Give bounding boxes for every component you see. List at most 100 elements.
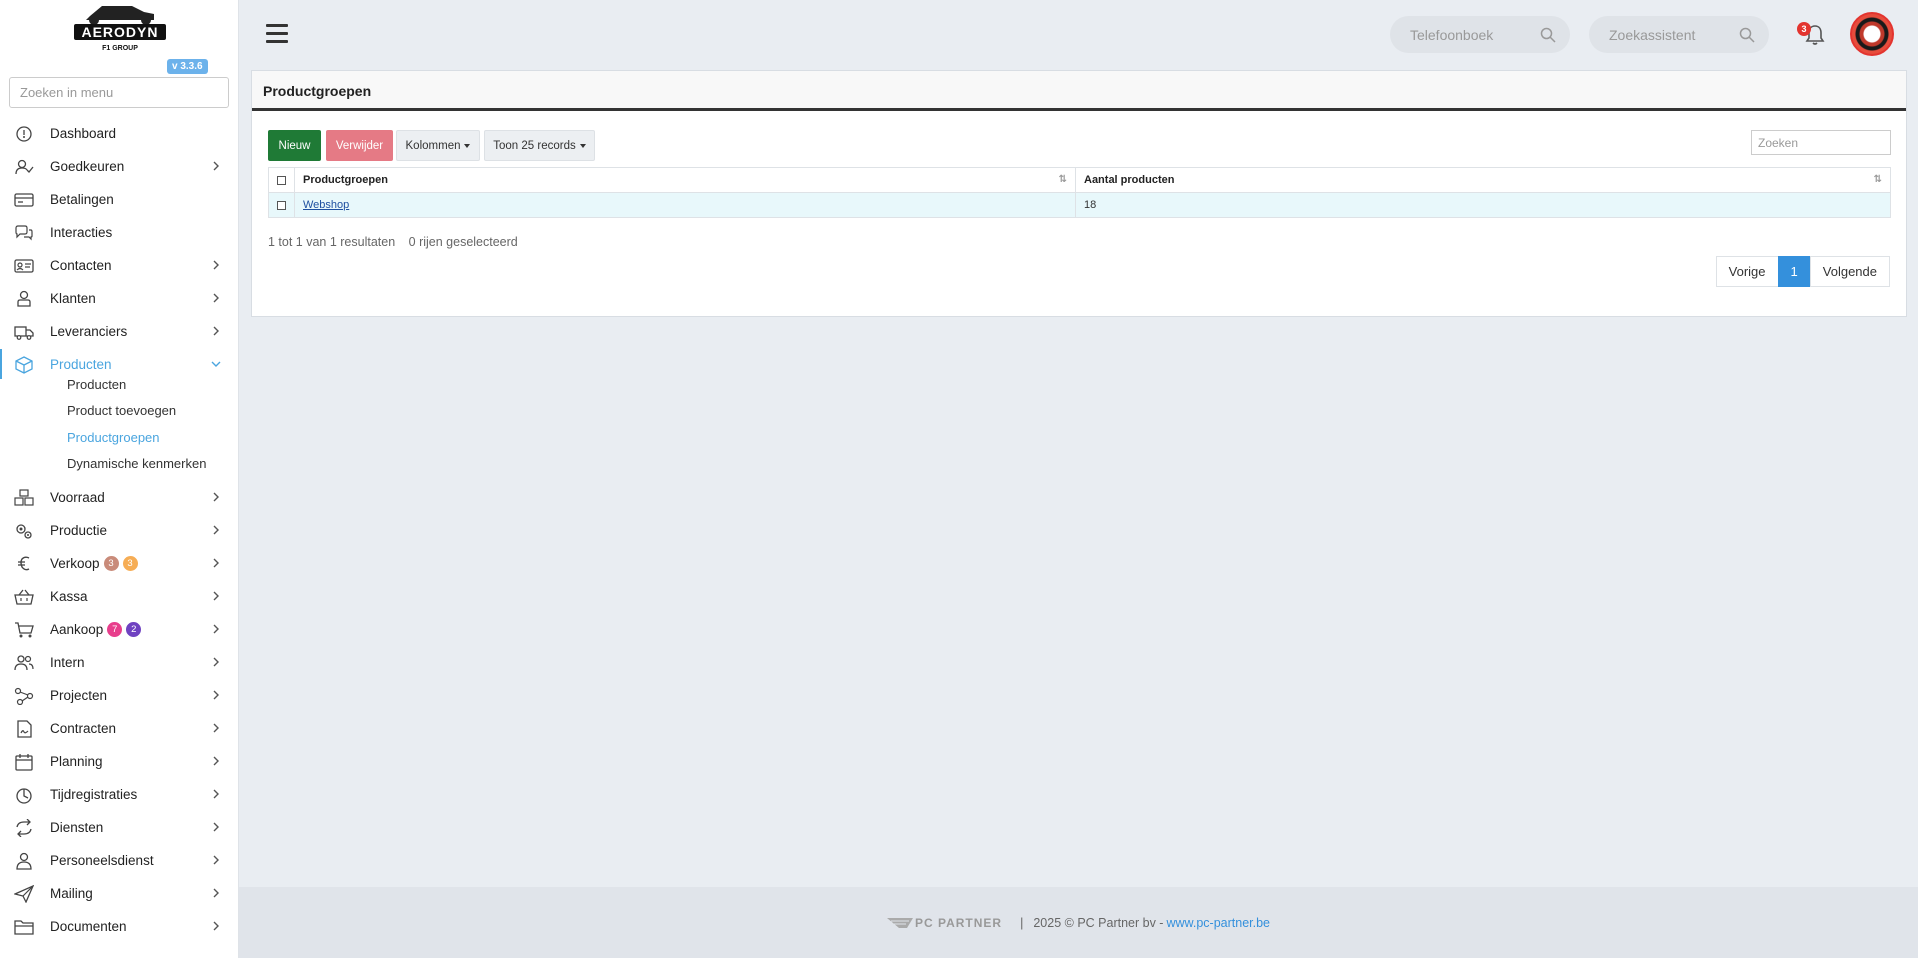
user-check-icon [14,158,34,175]
sidebar-item-planning[interactable]: Planning [0,746,239,776]
version-badge: v 3.3.6 [167,59,208,74]
sidebar-item-label: Personeelsdienst [50,853,154,868]
chat-icon [14,224,34,241]
sidebar-item-productie[interactable]: Productie [0,515,239,545]
cart-icon [14,621,34,638]
user-avatar[interactable] [1850,12,1894,56]
contract-icon [14,719,34,738]
chevron-right-icon [210,821,222,833]
sidebar-item-label: Producten [50,357,112,372]
sidebar-item-projecten[interactable]: Projecten [0,680,239,710]
sidebar-item-personeelsdienst[interactable]: Personeelsdienst [0,845,239,875]
chevron-right-icon [210,524,222,536]
sidebar-item-label: Goedkeuren [50,159,125,174]
current-page-button[interactable]: 1 [1777,256,1811,287]
footer: PC PARTNER | 2025 © PC Partner bv - www.… [239,887,1918,958]
submenu-item-product-toevoegen[interactable]: Product toevoegen [67,403,176,418]
column-header-aantal-producten[interactable]: Aantal producten ⇅ [1075,167,1891,193]
table-row[interactable]: Webshop 18 [268,192,1891,218]
chevron-right-icon [210,160,222,172]
assistant-search-input[interactable] [1609,26,1729,43]
send-icon [14,884,34,903]
table-search-input[interactable] [1751,130,1891,155]
column-header-productgroepen[interactable]: Productgroepen ⇅ [294,167,1076,193]
sidebar-item-label: Intern [50,655,85,670]
sidebar-item-interacties[interactable]: Interacties [0,217,239,247]
folder-icon [14,918,34,935]
previous-page-button[interactable]: Vorige [1715,256,1779,287]
boxes-icon [14,488,34,506]
company-website-link[interactable]: www.pc-partner.be [1166,916,1270,930]
truck-icon [14,323,34,340]
euro-icon [14,555,34,572]
sidebar-item-label: Diensten [50,820,104,835]
sidebar-item-goedkeuren[interactable]: Goedkeuren [0,151,239,181]
timer-icon [14,786,34,804]
select-all-checkbox[interactable] [277,175,286,185]
page-size-dropdown[interactable]: Toon 25 records [484,130,595,161]
new-button[interactable]: Nieuw [268,130,321,161]
sidebar-item-contacten[interactable]: Contacten [0,250,239,280]
sidebar-item-voorraad[interactable]: Voorraad [0,482,239,512]
sidebar-item-mailing[interactable]: Mailing [0,878,239,908]
row-count-cell: 18 [1075,192,1891,218]
project-icon [14,687,34,705]
sidebar-item-aankoop[interactable]: Aankoop 7 2 [0,614,239,644]
card-title: Productgroepen [252,71,1906,111]
next-page-button[interactable]: Volgende [1809,256,1890,287]
sidebar-item-verkoop[interactable]: Verkoop 3 3 [0,548,239,578]
delete-button[interactable]: Verwijder [326,130,393,161]
chevron-right-icon [210,590,222,602]
search-icon[interactable] [1739,27,1755,43]
sidebar-item-klanten[interactable]: Klanten [0,283,239,313]
dashboard-icon [14,125,34,142]
data-table: Productgroepen ⇅ Aantal producten ⇅ Websho… [268,167,1891,218]
columns-dropdown[interactable]: Kolommen [396,130,480,161]
results-info: 1 tot 1 van 1 resultaten [268,235,396,249]
selected-info: 0 rijen geselecteerd [408,235,518,249]
calendar-icon [14,753,34,771]
sidebar-item-producten[interactable]: Producten [0,349,239,379]
chevron-right-icon [210,887,222,899]
sidebar-item-contracten[interactable]: Contracten [0,713,239,743]
sidebar-item-label: Productie [50,523,108,538]
hamburger-menu-icon[interactable] [266,24,288,43]
sidebar-item-tijdregistraties[interactable]: Tijdregistraties [0,779,239,809]
sidebar-item-intern[interactable]: Intern [0,647,239,677]
chevron-down-icon [210,358,222,370]
submenu-item-productgroepen[interactable]: Productgroepen [67,430,160,445]
count-badge: 3 [122,556,138,571]
chevron-right-icon [210,788,222,800]
footer-separator: | [1020,915,1024,930]
submenu-item-producten[interactable]: Producten [67,377,126,392]
sidebar-item-leveranciers[interactable]: Leveranciers [0,316,239,346]
phonebook-search-input[interactable] [1410,26,1530,43]
pc-partner-wing-icon [886,917,913,928]
caret-down-icon [464,143,471,148]
chevron-right-icon [210,920,222,932]
copyright-text: 2025 © PC Partner bv - [1033,915,1164,930]
menu-search-input[interactable] [9,77,229,108]
chevron-right-icon [210,689,222,701]
sidebar-item-diensten[interactable]: Diensten [0,812,239,842]
row-checkbox[interactable] [277,200,286,210]
count-badge: 3 [103,556,119,571]
chevron-right-icon [210,557,222,569]
sidebar-item-label: Interacties [50,225,113,240]
count-badge: 2 [126,622,142,637]
search-icon[interactable] [1540,27,1556,43]
sidebar-item-label: Contracten [50,721,117,736]
row-select-cell [268,192,295,218]
company-logo[interactable]: AERODYN F1 GROUP [72,2,168,54]
submenu-item-dynamische-kenmerken[interactable]: Dynamische kenmerken [67,456,206,471]
sort-icon[interactable]: ⇅ [1874,174,1882,185]
sidebar-item-kassa[interactable]: Kassa [0,581,239,611]
sidebar-item-label: Leveranciers [50,324,128,339]
row-name-link[interactable]: Webshop [303,199,349,211]
sidebar-item-label: Verkoop 3 3 [50,556,138,571]
sidebar-item-dashboard[interactable]: Dashboard [0,118,239,148]
refresh-icon [14,818,34,837]
sort-icon[interactable]: ⇅ [1059,174,1067,185]
sidebar-item-betalingen[interactable]: Betalingen [0,184,239,214]
sidebar-item-documenten[interactable]: Documenten [0,911,239,941]
